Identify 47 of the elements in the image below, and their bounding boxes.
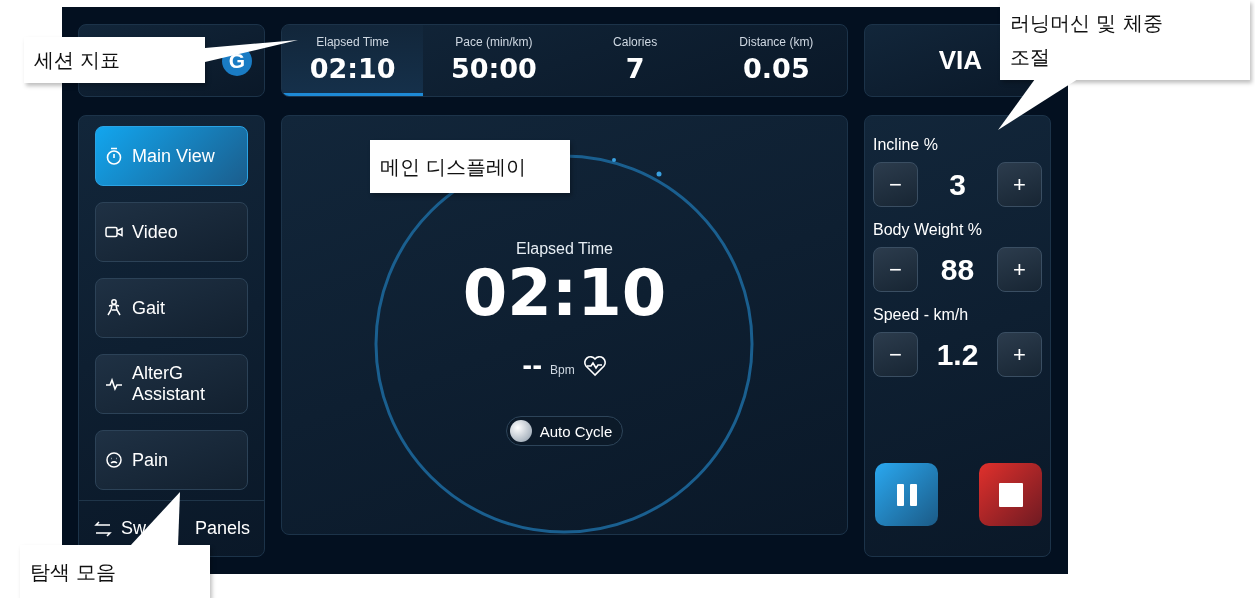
pause-icon xyxy=(894,482,919,507)
metric-tab[interactable]: Elapsed Time 02:10 xyxy=(282,25,424,96)
increase-button[interactable]: + xyxy=(997,162,1042,207)
decrease-button[interactable]: − xyxy=(873,162,918,207)
nav-button[interactable]: Main View xyxy=(95,126,248,186)
heart-pulse-icon xyxy=(582,355,607,378)
increase-button[interactable]: + xyxy=(997,332,1042,377)
callout-label: 세션 지표 xyxy=(24,37,205,83)
metric-label: Pace (min/km) xyxy=(455,34,533,49)
control-label: Speed - km/h xyxy=(873,306,970,324)
decrease-button[interactable]: − xyxy=(873,332,918,377)
switch-panels-link[interactable]: Panels xyxy=(194,518,250,539)
elapsed-time-label: Elapsed Time xyxy=(516,239,613,258)
nav-button[interactable]: Video xyxy=(95,202,248,262)
metric-value: 50:00 xyxy=(450,52,537,84)
nav-button[interactable]: Gait xyxy=(95,278,248,338)
nav-button[interactable]: Pain xyxy=(95,430,248,490)
metric-label: Calories xyxy=(613,34,658,49)
metric-value: 02:10 xyxy=(309,52,396,84)
control-value: 1.2 xyxy=(936,337,979,372)
heart-rate-unit: Bpm xyxy=(550,363,575,378)
control-value: 88 xyxy=(940,252,975,287)
increase-button[interactable]: + xyxy=(997,247,1042,292)
elapsed-time-value: 02:10 xyxy=(462,257,667,329)
face-icon xyxy=(104,450,124,470)
switch-panels-link[interactable]: Sw xyxy=(121,518,146,539)
stop-icon xyxy=(998,482,1023,507)
metric-label: Distance (km) xyxy=(739,34,814,49)
pause-button[interactable] xyxy=(875,463,938,526)
metric-tab[interactable]: Pace (min/km) 50:00 xyxy=(423,25,565,96)
control-label: Body Weight % xyxy=(873,221,984,239)
metric-tab[interactable]: Distance (km) 0.05 xyxy=(705,25,847,96)
nav-button[interactable]: AlterG Assistant xyxy=(95,354,248,414)
heart-rate-value: -- xyxy=(522,352,543,381)
callout-label: 메인 디스플레이 xyxy=(370,140,570,193)
swap-arrows-icon xyxy=(93,518,113,539)
metric-value: 7 xyxy=(625,52,645,84)
auto-cycle-toggle[interactable]: Auto Cycle xyxy=(505,416,624,447)
stopwatch-icon xyxy=(104,146,124,166)
stop-button[interactable] xyxy=(979,463,1042,526)
metric-value: 0.05 xyxy=(743,52,810,84)
metric-label: Elapsed Time xyxy=(316,34,389,49)
metric-tab[interactable]: Calories 7 xyxy=(564,25,706,96)
figure-icon xyxy=(104,298,124,318)
control-label: Incline % xyxy=(873,136,939,154)
decrease-button[interactable]: − xyxy=(873,247,918,292)
control-value: 3 xyxy=(949,167,966,202)
